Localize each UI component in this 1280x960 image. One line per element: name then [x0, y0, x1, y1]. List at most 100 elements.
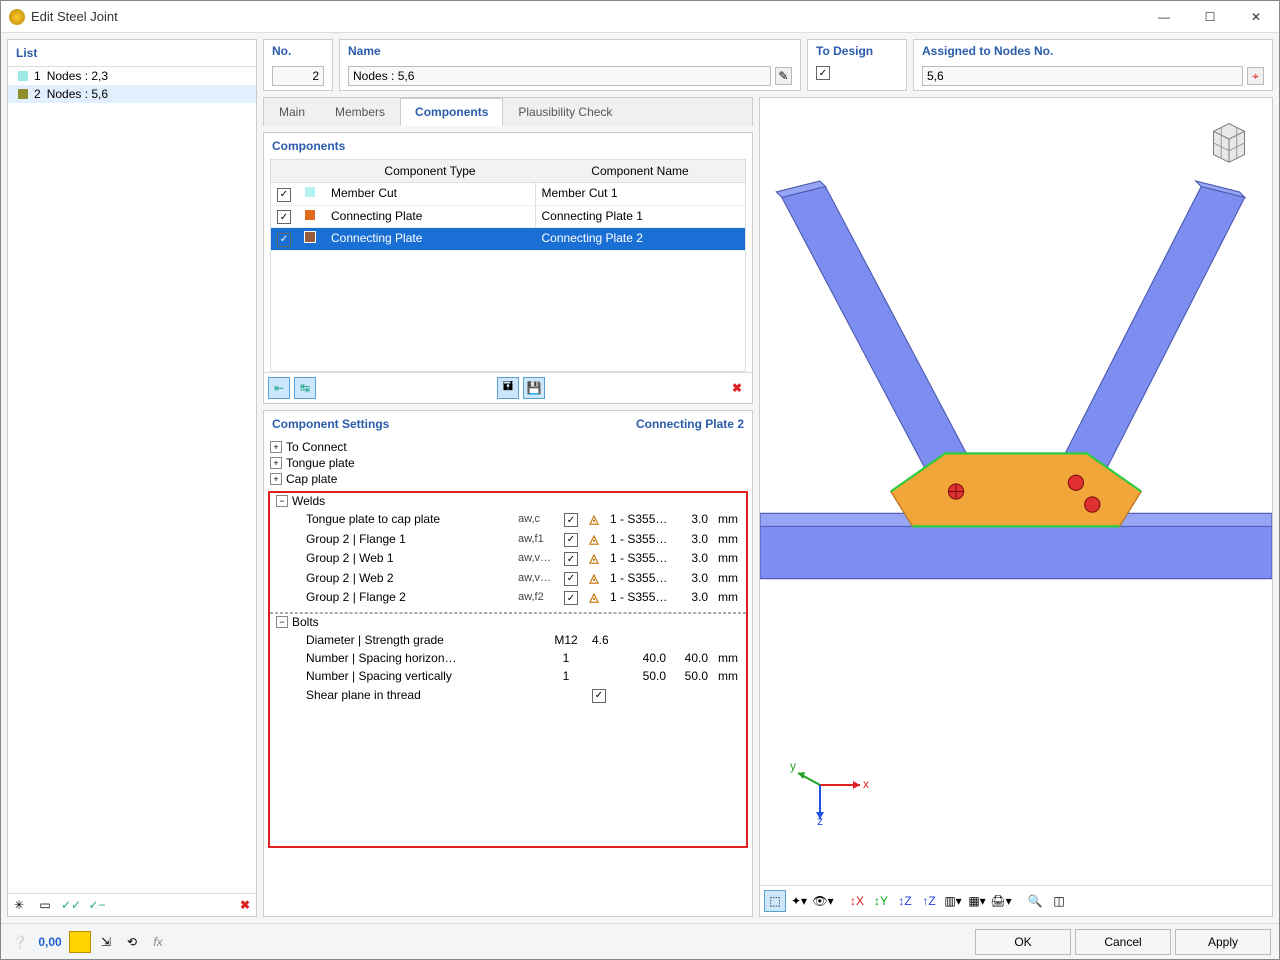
dialog-body: List 1 Nodes : 2,3 2 Nodes : 5,6 ✳ ▭ ✓✓	[1, 33, 1279, 923]
view-axis-icon[interactable]: ✦▾	[788, 890, 810, 912]
bolt-row[interactable]: Number | Spacing horizon…140.040.0mm	[272, 650, 744, 666]
row-checkbox[interactable]	[277, 210, 291, 224]
list-header: List	[8, 40, 256, 67]
detail-pane: No. Name ✎ To Design Assigned to Nodes N…	[263, 39, 1273, 917]
weld-type-icon: ◬	[589, 532, 598, 546]
titlebar: Edit Steel Joint — ☐ ✕	[1, 1, 1279, 33]
sync-icon[interactable]: ⟲	[121, 931, 143, 953]
list-checkall-icon[interactable]: ✓✓	[60, 894, 82, 916]
weld-row[interactable]: Group 2 | Flange 2aw,f2◬1 - S355…3.0mm	[272, 589, 744, 607]
mid-area: Main Members Components Plausibility Che…	[263, 97, 1273, 917]
bolt-row[interactable]: Number | Spacing vertically150.050.0mm	[272, 668, 744, 684]
component-settings: Component Settings Connecting Plate 2 +T…	[263, 410, 753, 918]
weld-checkbox[interactable]	[564, 513, 578, 527]
view-toolbar: ⬚ ✦▾ 👁▾ ↕X ↕Y ↕Z ↑Z ▥▾ ▦▾ 🖨▾ 🔍 ◫	[760, 885, 1272, 916]
3d-view-panel: x y z ⬚ ✦▾ 👁▾ ↕X ↕Y ↕	[759, 97, 1273, 917]
view-find-icon[interactable]: 🔍	[1024, 890, 1046, 912]
weld-checkbox[interactable]	[564, 533, 578, 547]
view-z-icon[interactable]: ↕Z	[894, 890, 916, 912]
weld-row[interactable]: Group 2 | Web 1aw,v…◬1 - S355…3.0mm	[272, 550, 744, 568]
maximize-button[interactable]: ☐	[1187, 1, 1233, 33]
assigned-field: Assigned to Nodes No. ⌖	[913, 39, 1273, 91]
group-tongue-plate[interactable]: +Tongue plate	[264, 455, 752, 471]
tab-components[interactable]: Components	[400, 98, 503, 126]
weld-row[interactable]: Group 2 | Web 2aw,v…◬1 - S355…3.0mm	[272, 569, 744, 587]
weld-checkbox[interactable]	[564, 552, 578, 566]
weld-row[interactable]: Tongue plate to cap plateaw,c◬1 - S355…3…	[272, 511, 744, 529]
list-uncheckall-icon[interactable]: ✓−	[86, 894, 108, 916]
weld-row[interactable]: Group 2 | Flange 1aw,f1◬1 - S355…3.0mm	[272, 530, 744, 548]
comp-delete-icon[interactable]: ✖	[726, 377, 748, 399]
view-display-icon[interactable]: 👁▾	[812, 890, 834, 912]
view-x-icon[interactable]: ↕X	[846, 890, 868, 912]
todesign-checkbox[interactable]	[816, 66, 830, 80]
row-checkbox[interactable]	[277, 188, 291, 202]
name-input[interactable]	[348, 66, 771, 86]
weld-type-icon: ◬	[589, 512, 598, 526]
component-row-selected[interactable]: Connecting Plate Connecting Plate 2	[271, 228, 745, 251]
welds-table: Tongue plate to cap plateaw,c◬1 - S355…3…	[270, 509, 746, 609]
comp-savecam-icon[interactable]: 🖬	[497, 377, 519, 399]
group-welds[interactable]: −Welds	[270, 493, 746, 509]
ok-button[interactable]: OK	[975, 929, 1071, 955]
view-split-icon[interactable]: ◫	[1048, 890, 1070, 912]
tabbar: Main Members Components Plausibility Che…	[264, 98, 752, 126]
group-to-connect[interactable]: +To Connect	[264, 439, 752, 455]
view-print-icon[interactable]: 🖨▾	[990, 890, 1012, 912]
group-cap-plate[interactable]: +Cap plate	[264, 471, 752, 487]
components-panel: Components Component Type Component Name…	[263, 132, 753, 404]
weld-checkbox[interactable]	[564, 591, 578, 605]
comp-savefile-icon[interactable]: 💾	[523, 377, 545, 399]
left-mid: Main Members Components Plausibility Che…	[263, 97, 753, 917]
apply-button[interactable]: Apply	[1175, 929, 1271, 955]
color-icon[interactable]	[69, 931, 91, 953]
units-icon[interactable]: 0,00	[35, 931, 65, 953]
row-checkbox[interactable]	[277, 233, 291, 247]
list-delete-icon[interactable]: ✖	[234, 894, 256, 916]
group-bolts[interactable]: −Bolts	[270, 614, 746, 630]
components-grid: Component Type Component Name Member Cut…	[270, 159, 746, 372]
svg-text:y: y	[790, 759, 796, 773]
color-swatch	[305, 232, 315, 242]
component-row[interactable]: Member Cut Member Cut 1	[271, 183, 745, 206]
component-row[interactable]: Connecting Plate Connecting Plate 1	[271, 206, 745, 229]
weld-type-icon: ◬	[589, 590, 598, 604]
view-iso-icon[interactable]: ▦▾	[966, 890, 988, 912]
pick-nodes-icon[interactable]: ⌖	[1247, 67, 1264, 85]
list-new-icon[interactable]: ✳	[8, 894, 30, 916]
close-button[interactable]: ✕	[1233, 1, 1279, 33]
edit-name-icon[interactable]: ✎	[775, 67, 792, 85]
list-window-icon[interactable]: ▭	[34, 894, 56, 916]
svg-text:x: x	[863, 777, 869, 791]
cancel-button[interactable]: Cancel	[1075, 929, 1171, 955]
comp-moveup-icon[interactable]: ⇤	[268, 377, 290, 399]
assigned-input[interactable]	[922, 66, 1243, 86]
view-zneg-icon[interactable]: ↑Z	[918, 890, 940, 912]
3d-viewport[interactable]: x y z	[760, 98, 1272, 885]
no-input[interactable]	[272, 66, 324, 86]
comp-movedown-icon[interactable]: ↹	[294, 377, 316, 399]
bolt-checkbox[interactable]	[592, 689, 606, 703]
todesign-field: To Design	[807, 39, 907, 91]
tab-plausibility[interactable]: Plausibility Check	[503, 98, 627, 126]
list-row-1[interactable]: 1 Nodes : 2,3	[8, 67, 256, 85]
weld-type-icon: ◬	[589, 571, 598, 585]
weld-type-icon: ◬	[589, 551, 598, 565]
bolt-row[interactable]: Shear plane in thread	[272, 686, 744, 704]
tab-members[interactable]: Members	[320, 98, 400, 126]
app-icon	[9, 9, 25, 25]
orientation-cube-icon[interactable]	[1200, 112, 1258, 170]
weld-checkbox[interactable]	[564, 572, 578, 586]
view-section-icon[interactable]: ▥▾	[942, 890, 964, 912]
orientation-icon[interactable]: ⇲	[95, 931, 117, 953]
steel-joint-dialog: Edit Steel Joint — ☐ ✕ List 1 Nodes : 2,…	[0, 0, 1280, 960]
fx-icon[interactable]: fx	[147, 931, 169, 953]
name-field: Name ✎	[339, 39, 801, 91]
view-select-icon[interactable]: ⬚	[764, 890, 786, 912]
help-icon[interactable]: ❔	[9, 931, 31, 953]
bolt-row[interactable]: Diameter | Strength gradeM124.6	[272, 632, 744, 648]
list-row-2[interactable]: 2 Nodes : 5,6	[8, 85, 256, 103]
minimize-button[interactable]: —	[1141, 1, 1187, 33]
view-y-icon[interactable]: ↕Y	[870, 890, 892, 912]
tab-main[interactable]: Main	[264, 98, 320, 126]
